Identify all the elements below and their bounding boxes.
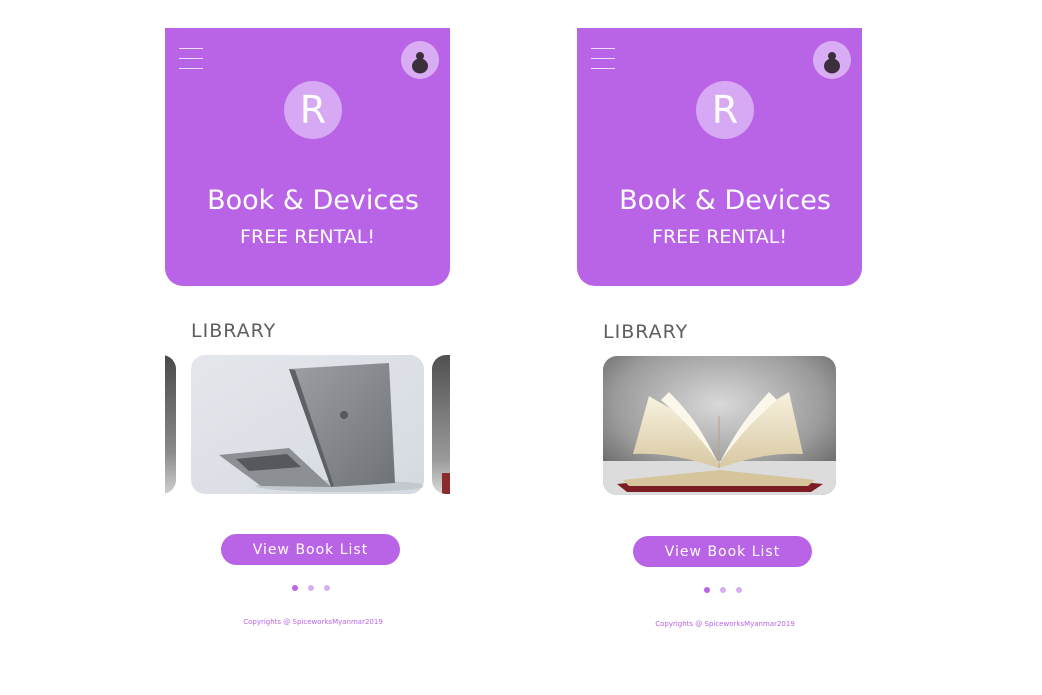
library-heading: LIBRARY bbox=[603, 321, 689, 343]
copyright-footer: Copyrights @ SpiceworksMyanmar2019 bbox=[243, 618, 383, 626]
menu-line bbox=[179, 58, 203, 59]
pagination-dot-3[interactable] bbox=[324, 585, 330, 591]
library-carousel[interactable] bbox=[165, 355, 450, 495]
view-book-list-button[interactable]: View Book List bbox=[633, 536, 812, 567]
carousel-card-book[interactable] bbox=[603, 356, 836, 495]
carousel-pagination bbox=[704, 587, 744, 593]
menu-line bbox=[179, 48, 203, 49]
mobile-screen-right: R Book & Devices FREE RENTAL! LIBRARY Vi… bbox=[577, 28, 862, 668]
menu-line bbox=[591, 48, 615, 49]
app-logo: R bbox=[696, 81, 754, 139]
pagination-dot-1[interactable] bbox=[292, 585, 298, 591]
pagination-dot-2[interactable] bbox=[308, 585, 314, 591]
mobile-screen-left: R Book & Devices FREE RENTAL! LIBRARY Vi… bbox=[165, 28, 450, 668]
hamburger-menu-icon[interactable] bbox=[591, 48, 615, 70]
pagination-dot-2[interactable] bbox=[720, 587, 726, 593]
carousel-card-laptop[interactable] bbox=[191, 355, 424, 494]
hero-banner: R Book & Devices FREE RENTAL! bbox=[577, 28, 862, 286]
hero-subtitle: FREE RENTAL! bbox=[240, 226, 375, 248]
hamburger-menu-icon[interactable] bbox=[179, 48, 203, 70]
copyright-footer: Copyrights @ SpiceworksMyanmar2019 bbox=[655, 620, 795, 628]
carousel-pagination bbox=[292, 585, 332, 591]
pagination-dot-3[interactable] bbox=[736, 587, 742, 593]
user-avatar-icon[interactable] bbox=[813, 41, 851, 79]
pagination-dot-1[interactable] bbox=[704, 587, 710, 593]
hero-banner: R Book & Devices FREE RENTAL! bbox=[165, 28, 450, 286]
hero-title: Book & Devices bbox=[207, 185, 419, 216]
carousel-card-next[interactable] bbox=[432, 355, 450, 494]
view-book-list-button[interactable]: View Book List bbox=[221, 534, 400, 565]
menu-line bbox=[179, 68, 203, 69]
hero-subtitle: FREE RENTAL! bbox=[652, 226, 787, 248]
library-heading: LIBRARY bbox=[191, 320, 277, 342]
app-logo: R bbox=[284, 81, 342, 139]
menu-line bbox=[591, 68, 615, 69]
laptop-image bbox=[191, 355, 424, 494]
menu-line bbox=[591, 58, 615, 59]
carousel-card-prev[interactable] bbox=[165, 355, 176, 494]
open-book-image bbox=[603, 356, 836, 495]
hero-title: Book & Devices bbox=[619, 185, 831, 216]
user-avatar-icon[interactable] bbox=[401, 41, 439, 79]
library-carousel[interactable] bbox=[577, 356, 862, 496]
